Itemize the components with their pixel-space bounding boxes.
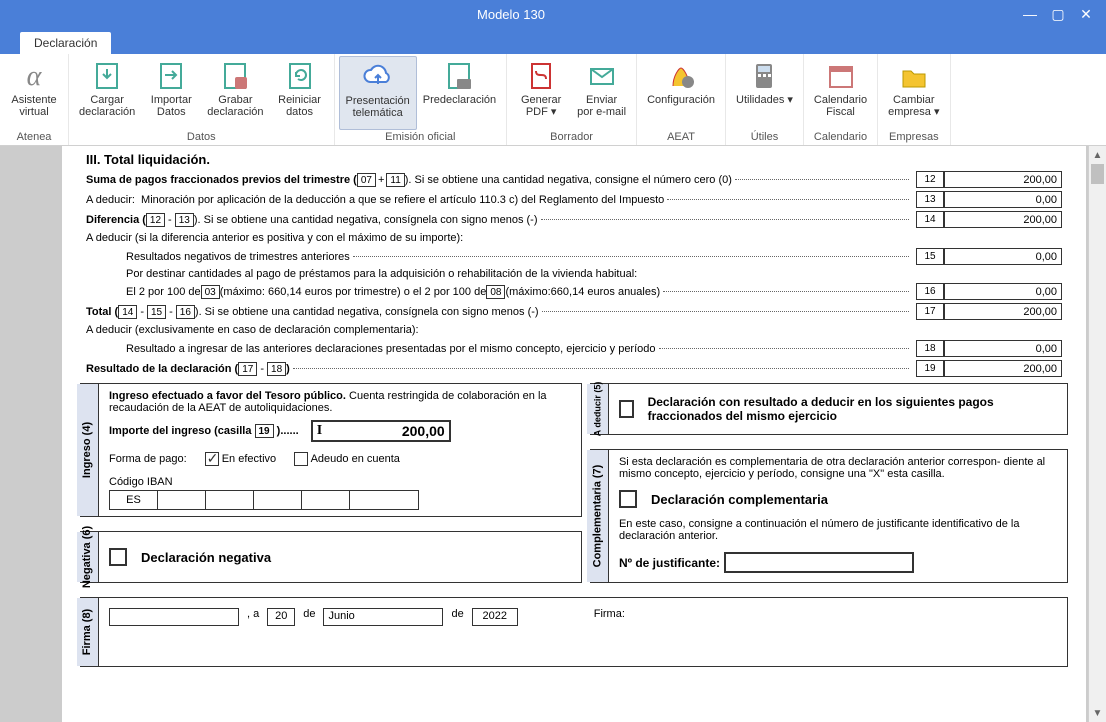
doc-save-icon xyxy=(217,60,253,92)
h3-liquidacion: III. Total liquidación. xyxy=(86,152,1062,167)
cell-14-num: 14 xyxy=(916,211,944,228)
cell-14-val[interactable]: 200,00 xyxy=(944,211,1062,228)
checkbox-adeducir[interactable] xyxy=(619,400,634,418)
doc-down-icon xyxy=(89,60,125,92)
generar-pdf-button[interactable]: GenerarPDF ▾ xyxy=(511,56,571,130)
label-negativa: Negativa (6) xyxy=(82,526,94,588)
label-firma: Firma (8) xyxy=(82,609,94,655)
titlebar: Modelo 130 — ▢ ✕ xyxy=(0,0,1106,28)
firma-lugar-input[interactable] xyxy=(109,608,239,626)
content-area: III. Total liquidación. Suma de pagos fr… xyxy=(0,146,1106,722)
group-atenea: Atenea xyxy=(4,130,64,143)
minimize-button[interactable]: — xyxy=(1016,4,1044,24)
predeclaracion-button[interactable]: Predeclaración xyxy=(417,56,502,130)
doc-print-icon xyxy=(441,60,477,92)
calendario-fiscal-button[interactable]: CalendarioFiscal xyxy=(808,56,873,130)
doc-right-icon xyxy=(153,60,189,92)
cell-18-num: 18 xyxy=(916,340,944,357)
cell-16-num: 16 xyxy=(916,283,944,300)
close-button[interactable]: ✕ xyxy=(1072,4,1100,24)
cell-19-val[interactable]: 200,00 xyxy=(944,360,1062,377)
cell-15-val[interactable]: 0,00 xyxy=(944,248,1062,265)
cell-17-val[interactable]: 200,00 xyxy=(944,303,1062,320)
cell-19-num: 19 xyxy=(916,360,944,377)
cell-17-num: 17 xyxy=(916,303,944,320)
window-title: Modelo 130 xyxy=(6,7,1016,22)
cell-18-val[interactable]: 0,00 xyxy=(944,340,1062,357)
scroll-thumb[interactable] xyxy=(1091,164,1104,184)
label-complementaria: Complementaria (7) xyxy=(591,465,603,568)
folder-icon xyxy=(896,60,932,92)
cell-16-val[interactable]: 0,00 xyxy=(944,283,1062,300)
iban-input[interactable]: ES xyxy=(109,490,571,510)
section-negativa: Negativa (6) Declaración negativa xyxy=(80,531,582,583)
group-emision: Emisión oficial xyxy=(339,130,503,143)
justificante-input[interactable] xyxy=(724,552,914,573)
group-borrador: Borrador xyxy=(511,130,632,143)
firma-month-input[interactable]: Junio xyxy=(323,608,443,626)
form-page: III. Total liquidación. Suma de pagos fr… xyxy=(62,146,1086,722)
section-liquidacion: III. Total liquidación. Suma de pagos fr… xyxy=(80,152,1068,377)
checkbox-efectivo[interactable] xyxy=(205,452,219,466)
section-adeducir: A deducir (5) Declaración con resultado … xyxy=(590,383,1068,435)
cell-12-num: 12 xyxy=(916,171,944,188)
scroll-up-icon[interactable]: ▲ xyxy=(1089,146,1106,164)
checkbox-adeudo[interactable] xyxy=(294,452,308,466)
alpha-icon: α xyxy=(16,60,52,92)
presentacion-telematica-button[interactable]: Presentacióntelemática xyxy=(339,56,417,130)
firma-year-input[interactable]: 2022 xyxy=(472,608,518,626)
importar-datos-button[interactable]: ImportarDatos xyxy=(141,56,201,130)
checkbox-complementaria[interactable] xyxy=(619,490,637,508)
firma-day-input[interactable]: 20 xyxy=(267,608,295,626)
group-empresas: Empresas xyxy=(882,130,945,143)
enviar-email-button[interactable]: Enviarpor e-mail xyxy=(571,56,632,130)
cell-13-num: 13 xyxy=(916,191,944,208)
utilidades-button[interactable]: Utilidades ▾ xyxy=(730,56,799,130)
cell-13-val[interactable]: 0,00 xyxy=(944,191,1062,208)
label-ingreso: Ingreso (4) xyxy=(82,422,94,478)
checkbox-negativa[interactable] xyxy=(109,548,127,566)
aeat-gear-icon xyxy=(663,60,699,92)
calendar-icon xyxy=(823,60,859,92)
cell-12-val[interactable]: 200,00 xyxy=(944,171,1062,188)
ribbon: α Asistentevirtual Atenea Cargardeclarac… xyxy=(0,54,1106,146)
doc-refresh-icon xyxy=(282,60,318,92)
cargar-declaracion-button[interactable]: Cargardeclaración xyxy=(73,56,141,130)
group-aeat: AEAT xyxy=(641,130,721,143)
group-datos: Datos xyxy=(73,130,330,143)
pdf-icon xyxy=(523,60,559,92)
maximize-button[interactable]: ▢ xyxy=(1044,4,1072,24)
reiniciar-datos-button[interactable]: Reiniciardatos xyxy=(270,56,330,130)
email-icon xyxy=(584,60,620,92)
cambiar-empresa-button[interactable]: Cambiarempresa ▾ xyxy=(882,56,945,130)
configuracion-button[interactable]: Configuración xyxy=(641,56,721,130)
importe-input[interactable]: I200,00 xyxy=(311,420,451,442)
cloud-upload-icon xyxy=(360,61,396,93)
cell-15-num: 15 xyxy=(916,248,944,265)
group-utiles: Útiles xyxy=(730,130,799,143)
section-complementaria: Complementaria (7) Si esta declaración e… xyxy=(590,449,1068,583)
vertical-scrollbar[interactable]: ▲ ▼ xyxy=(1088,146,1106,722)
grabar-declaracion-button[interactable]: Grabardeclaración xyxy=(201,56,269,130)
scroll-down-icon[interactable]: ▼ xyxy=(1089,704,1106,722)
tab-strip: Declaración xyxy=(0,28,1106,54)
svg-text:α: α xyxy=(27,61,43,91)
section-ingreso: Ingreso (4) Ingreso efectuado a favor de… xyxy=(80,383,582,517)
asistente-virtual-button[interactable]: α Asistentevirtual xyxy=(4,56,64,130)
group-calendario: Calendario xyxy=(808,130,873,143)
calculator-icon xyxy=(746,60,782,92)
tab-declaracion[interactable]: Declaración xyxy=(20,32,111,54)
section-firma: Firma (8) , a 20 de Junio de 2022 Firma: xyxy=(80,597,1068,667)
label-adeducir: A deducir (5) xyxy=(592,382,602,437)
